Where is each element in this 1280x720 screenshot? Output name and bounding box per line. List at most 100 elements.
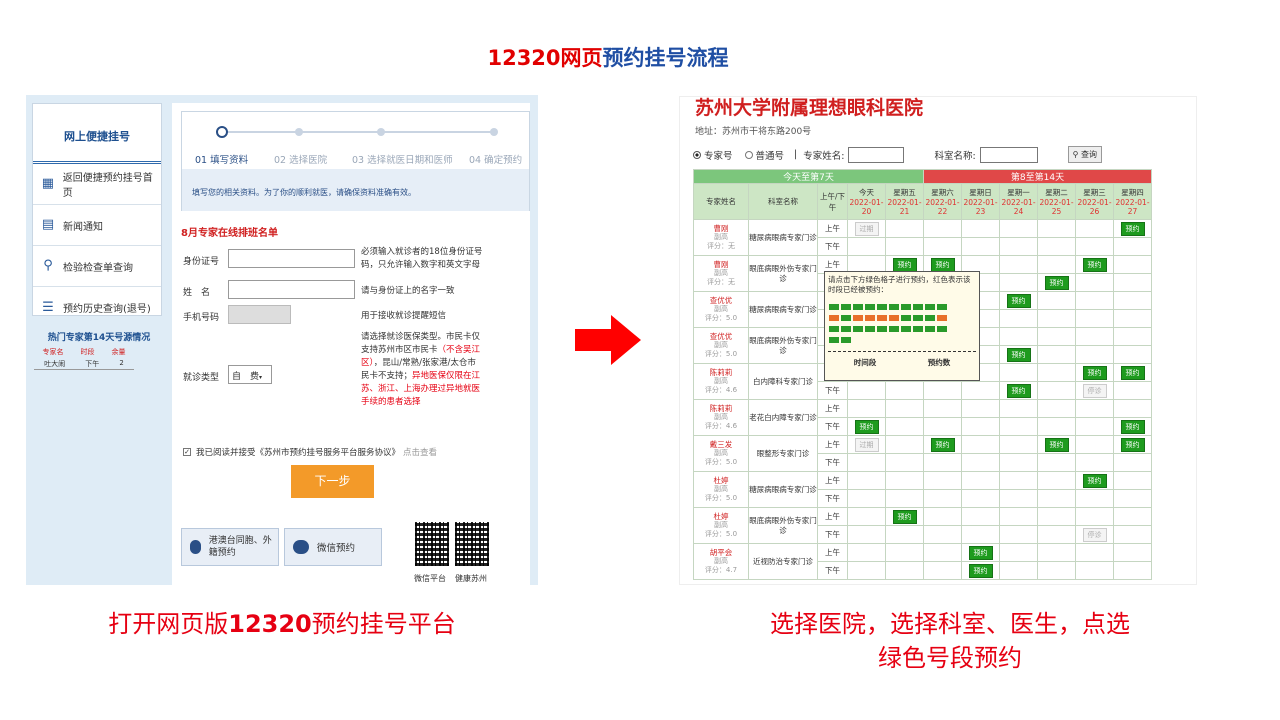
agree-checkbox[interactable]: ✓ [183, 448, 191, 456]
book-button[interactable]: 预约 [1044, 437, 1069, 452]
slot-square[interactable] [889, 326, 899, 332]
sidebar-item-news[interactable]: ▤ 新闻通知 [33, 205, 161, 246]
slot-cell [847, 381, 886, 400]
slot-square[interactable] [901, 315, 911, 321]
book-button[interactable]: 预约 [1120, 221, 1145, 236]
dept-name-input[interactable] [979, 146, 1038, 163]
slot-square[interactable] [925, 326, 935, 332]
slot-square[interactable] [913, 304, 923, 310]
doctor-name[interactable]: 胡平会 [710, 548, 733, 557]
sidebar-item-report-query[interactable]: ⚲ 检验检查单查询 [33, 246, 161, 287]
doctor-name[interactable]: 曹刚 [714, 224, 729, 233]
slot-square[interactable] [841, 337, 851, 343]
slot-square[interactable] [937, 315, 947, 321]
slot-cell: 预约 [847, 417, 886, 436]
slot-cell [999, 309, 1039, 328]
doctor-name[interactable]: 查优优 [710, 332, 733, 341]
query-button[interactable]: ⚲ 查询 [1067, 146, 1103, 163]
slot-cell [961, 399, 1001, 418]
hot-experts: 热门专家第14天号源情况 专家名 时段 余量 吐大闹 下午 2 [34, 330, 164, 370]
sidebar-item-history[interactable]: ☰ 预约历史查询(退号) [33, 287, 161, 328]
expert-name-input[interactable] [848, 146, 905, 163]
slot-square[interactable] [865, 326, 875, 332]
slot-square[interactable] [829, 326, 839, 332]
steps-note: 填写您的相关资料。为了你的顺利就医，请确保资料准确有效。 [182, 169, 529, 211]
radio-normal[interactable] [744, 150, 753, 159]
book-button[interactable]: 预约 [1006, 347, 1031, 362]
book-button[interactable]: 预约 [1082, 365, 1107, 380]
book-button[interactable]: 预约 [1006, 293, 1031, 308]
slot-popup: 请点击下方绿色格子进行预约，红色表示该时段已经被预约： 时间段 预约数 [824, 271, 980, 381]
slot-square[interactable] [877, 315, 887, 321]
slot-square[interactable] [853, 326, 863, 332]
slot-square[interactable] [853, 304, 863, 310]
slot-square[interactable] [901, 326, 911, 332]
doctor-name[interactable]: 曹刚 [714, 260, 729, 269]
slot-cell [1113, 399, 1152, 418]
slot-square[interactable] [937, 304, 947, 310]
slot-square[interactable] [889, 304, 899, 310]
doctor-name[interactable]: 陈莉莉 [710, 368, 733, 377]
slot-square[interactable] [829, 315, 839, 321]
slot-cell [923, 219, 963, 238]
radio-expert[interactable] [693, 150, 701, 159]
book-button[interactable]: 预约 [1120, 437, 1145, 452]
slot-square[interactable] [841, 315, 851, 321]
slot-square[interactable] [865, 315, 875, 321]
doctor-name[interactable]: 戴三发 [710, 440, 733, 449]
slot-square[interactable] [913, 315, 923, 321]
slot-cell: 预约 [999, 345, 1039, 364]
book-button[interactable]: 预约 [1082, 257, 1107, 272]
book-button[interactable]: 预约 [968, 563, 993, 578]
visit-type-select[interactable]: 自 费▾ [228, 365, 272, 384]
book-button[interactable]: 预约 [1082, 473, 1107, 488]
book-button[interactable]: 预约 [1120, 365, 1145, 380]
day-name: 星期三 [1083, 188, 1106, 197]
id-number-input[interactable] [228, 249, 355, 268]
next-step-button[interactable]: 下一步 [291, 465, 374, 498]
doctor-name[interactable]: 杜婷 [714, 476, 729, 485]
slot-square[interactable] [829, 337, 839, 343]
book-button[interactable]: 预约 [892, 257, 917, 272]
slot-square[interactable] [937, 326, 947, 332]
book-button[interactable]: 预约 [854, 419, 879, 434]
slot-square[interactable] [913, 326, 923, 332]
book-button[interactable]: 预约 [1120, 419, 1145, 434]
wechat-booking-card[interactable]: 微信预约 [284, 528, 382, 566]
caption-right-line1: 选择医院，选择科室、医生，点选 [770, 610, 1130, 638]
visit-type-note: 请选择就诊医保类型。市民卡仅支持苏州市区市民卡（不含吴江区），昆山/常熟/张家港… [361, 331, 483, 409]
slot-square[interactable] [841, 304, 851, 310]
sidebar-item-home[interactable]: ▦ 返回便捷预约挂号首页 [33, 164, 161, 205]
slot-square[interactable] [901, 304, 911, 310]
book-button[interactable]: 预约 [892, 509, 917, 524]
slot-square[interactable] [925, 315, 935, 321]
day-date: 2022-01-22 [925, 198, 960, 216]
book-button[interactable]: 预约 [930, 257, 955, 272]
slot-square[interactable] [841, 326, 851, 332]
day-name: 星期六 [931, 188, 954, 197]
slot-cell [923, 453, 963, 472]
slot-square[interactable] [877, 304, 887, 310]
overseas-booking-card[interactable]: 港澳台同胞、外籍预约 [181, 528, 279, 566]
doctor-name[interactable]: 查优优 [710, 296, 733, 305]
doctor-name[interactable]: 陈莉莉 [710, 404, 733, 413]
slot-square[interactable] [829, 304, 839, 310]
slot-square[interactable] [925, 304, 935, 310]
slot-square[interactable] [853, 315, 863, 321]
slot-square[interactable] [865, 304, 875, 310]
agree-view-link[interactable]: 点击查看 [403, 446, 437, 458]
slot-square[interactable] [889, 315, 899, 321]
name-input[interactable] [228, 280, 355, 299]
slot-cell: 预约 [1075, 471, 1115, 490]
name-label: 姓 名 [183, 288, 211, 298]
slot-cell [1037, 219, 1077, 238]
book-button[interactable]: 预约 [1006, 383, 1031, 398]
phone-input[interactable] [228, 305, 291, 324]
book-button[interactable]: 预约 [968, 545, 993, 560]
slot-square[interactable] [877, 326, 887, 332]
book-button[interactable]: 预约 [930, 437, 955, 452]
slot-cell [1075, 489, 1115, 508]
doctor-name[interactable]: 杜婷 [714, 512, 729, 521]
dept-cell: 眼底病眼外伤专家门诊 [748, 327, 818, 364]
book-button[interactable]: 预约 [1044, 275, 1069, 290]
